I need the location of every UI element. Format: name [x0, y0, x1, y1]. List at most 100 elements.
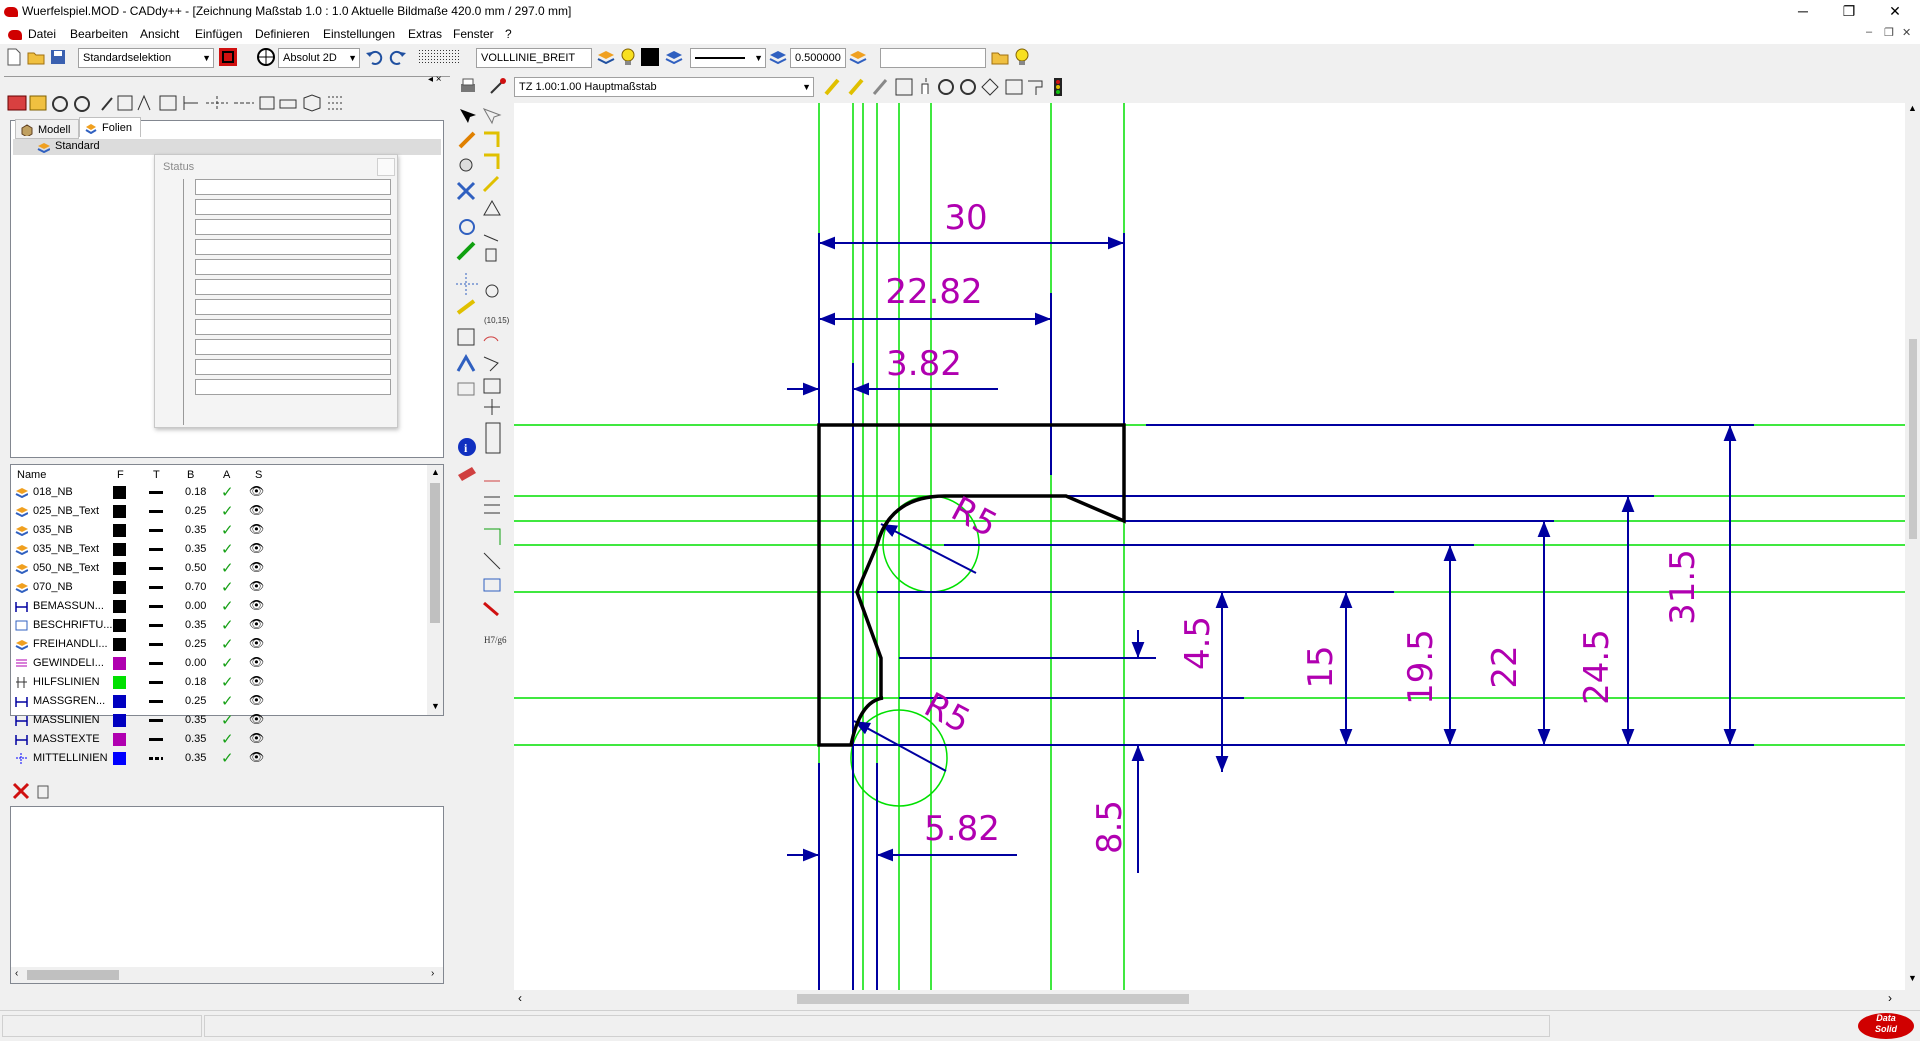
checkmark-icon[interactable]: ✓: [221, 521, 234, 539]
eye-icon[interactable]: 👁: [249, 598, 264, 612]
print-icon[interactable]: [458, 76, 478, 96]
checkmark-icon[interactable]: ✓: [221, 730, 234, 748]
scroll-down-icon[interactable]: ▼: [1908, 973, 1917, 983]
color-swatch-icon[interactable]: [640, 47, 660, 67]
eye-icon[interactable]: 👁: [249, 712, 264, 726]
layer-row[interactable]: BEMASSUN... 0.00 ✓ 👁: [13, 597, 443, 616]
scroll-thumb[interactable]: [27, 970, 119, 980]
tab-modell[interactable]: Modell: [15, 119, 79, 139]
extra-input[interactable]: [880, 48, 986, 68]
new-file-icon[interactable]: [4, 47, 24, 67]
eye-icon[interactable]: 👁: [249, 484, 264, 498]
layer-width[interactable]: 0.18: [185, 486, 206, 498]
panel-pin-icon[interactable]: ◂ ×: [428, 74, 442, 85]
selection-mode-select[interactable]: Standardselektion ▼: [78, 48, 214, 68]
layer-color-swatch[interactable]: [113, 581, 126, 594]
canvas-vscrollbar[interactable]: ▲ ▼: [1905, 103, 1920, 990]
layer-linetype[interactable]: [149, 491, 163, 494]
drawing-canvas[interactable]: 30 22.82 3.82 5.82 4.5 8.5 15 19.5 22 24…: [514, 103, 1905, 990]
view-scale-select[interactable]: TZ 1.00:1.00 Hauptmaßstab ▼: [514, 77, 814, 97]
layer-row[interactable]: MASSTEXTE 0.35 ✓ 👁: [13, 730, 443, 749]
document-icon[interactable]: [8, 30, 22, 40]
col-color[interactable]: F: [117, 469, 124, 481]
scroll-up-icon[interactable]: ▲: [431, 467, 440, 477]
layer-linetype[interactable]: [149, 567, 163, 570]
tree-item-standard[interactable]: Standard: [13, 139, 441, 155]
eye-icon[interactable]: 👁: [249, 560, 264, 574]
snap-mode-icon[interactable]: [256, 47, 276, 67]
layer-linetype[interactable]: [149, 548, 163, 551]
menu-definieren[interactable]: Definieren: [255, 27, 310, 41]
save-icon[interactable]: [48, 47, 68, 67]
layer-stack-icon[interactable]: [664, 47, 684, 67]
layer-width[interactable]: 0.25: [185, 638, 206, 650]
layer-linetype[interactable]: [149, 643, 163, 646]
linetype-field[interactable]: VOLLLINIE_BREIT: [476, 48, 592, 68]
checkmark-icon[interactable]: ✓: [221, 502, 234, 520]
scroll-thumb[interactable]: [430, 483, 440, 623]
col-width[interactable]: B: [187, 469, 194, 481]
layer-width[interactable]: 0.35: [185, 543, 206, 555]
scroll-thumb[interactable]: [1909, 339, 1917, 539]
layer-width[interactable]: 0.50: [185, 562, 206, 574]
layer-row[interactable]: 035_NB_Text 0.35 ✓ 👁: [13, 540, 443, 559]
selection-color-icon[interactable]: [218, 47, 238, 67]
layer-color-swatch[interactable]: [113, 733, 126, 746]
menu-ansicht[interactable]: Ansicht: [140, 27, 179, 41]
layer-linetype[interactable]: [149, 700, 163, 703]
col-linetype[interactable]: T: [153, 469, 160, 481]
open-folder-icon[interactable]: [26, 47, 46, 67]
close-button[interactable]: ✕: [1872, 0, 1918, 24]
layer-color-swatch[interactable]: [113, 524, 126, 537]
layer-linetype[interactable]: [149, 719, 163, 722]
scroll-right-icon[interactable]: ›: [1888, 991, 1892, 1005]
menu-bearbeiten[interactable]: Bearbeiten: [70, 27, 128, 41]
grid-icon[interactable]: [416, 47, 460, 67]
checkmark-icon[interactable]: ✓: [221, 692, 234, 710]
layer-width[interactable]: 0.35: [185, 619, 206, 631]
eye-icon[interactable]: 👁: [249, 750, 264, 764]
eye-icon[interactable]: 👁: [249, 655, 264, 669]
layer-width[interactable]: 0.25: [185, 695, 206, 707]
layer-linetype[interactable]: [149, 757, 163, 760]
checkmark-icon[interactable]: ✓: [221, 635, 234, 653]
point-tool-icon[interactable]: [488, 76, 508, 96]
menu-datei[interactable]: Datei: [28, 27, 56, 41]
checkmark-icon[interactable]: ✓: [221, 559, 234, 577]
col-name[interactable]: Name: [17, 469, 46, 481]
layer-color-swatch[interactable]: [113, 714, 126, 727]
checkmark-icon[interactable]: ✓: [221, 540, 234, 558]
menu-einfuegen[interactable]: Einfügen: [195, 27, 242, 41]
layer-linetype[interactable]: [149, 738, 163, 741]
layer-linetype[interactable]: [149, 586, 163, 589]
eye-icon[interactable]: 👁: [249, 541, 264, 555]
layer-width[interactable]: 0.35: [185, 752, 206, 764]
col-active[interactable]: A: [223, 469, 230, 481]
layer-color-swatch[interactable]: [113, 486, 126, 499]
eye-icon[interactable]: 👁: [249, 579, 264, 593]
layer-row[interactable]: HILFSLINIEN 0.18 ✓ 👁: [13, 673, 443, 692]
layer-row[interactable]: MASSLINIEN 0.35 ✓ 👁: [13, 711, 443, 730]
eye-icon[interactable]: 👁: [249, 617, 264, 631]
line-width-field[interactable]: 0.500000: [790, 48, 846, 68]
scroll-thumb[interactable]: [797, 994, 1189, 1004]
layer-color-swatch[interactable]: [113, 695, 126, 708]
layer-color-swatch[interactable]: [113, 543, 126, 556]
mdi-restore-button[interactable]: ❐: [1884, 26, 1894, 39]
checkmark-icon[interactable]: ✓: [221, 483, 234, 501]
layer-width[interactable]: 0.35: [185, 733, 206, 745]
layer-color-swatch[interactable]: [113, 657, 126, 670]
eye-icon[interactable]: 👁: [249, 731, 264, 745]
checkmark-icon[interactable]: ✓: [221, 673, 234, 691]
eye-icon[interactable]: 👁: [249, 674, 264, 688]
layer-row[interactable]: GEWINDELI... 0.00 ✓ 👁: [13, 654, 443, 673]
layer-color-swatch[interactable]: [113, 562, 126, 575]
layer-row[interactable]: MITTELLINIEN 0.35 ✓ 👁: [13, 749, 443, 768]
checkmark-icon[interactable]: ✓: [221, 654, 234, 672]
checkmark-icon[interactable]: ✓: [221, 711, 234, 729]
restore-button[interactable]: ❐: [1826, 0, 1872, 24]
layer-width[interactable]: 0.35: [185, 714, 206, 726]
layer-row[interactable]: MASSGREN... 0.25 ✓ 👁: [13, 692, 443, 711]
layer-width[interactable]: 0.00: [185, 657, 206, 669]
layer-width[interactable]: 0.00: [185, 600, 206, 612]
